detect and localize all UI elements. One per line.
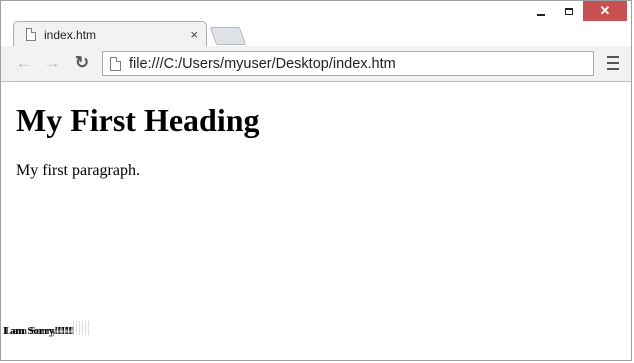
tab-close-icon[interactable]: ×	[190, 27, 198, 42]
page-icon	[110, 56, 121, 71]
page-heading: My First Heading	[16, 102, 260, 138]
close-icon: ✕	[599, 3, 611, 18]
close-button[interactable]: ✕	[583, 1, 627, 21]
minimize-button[interactable]	[527, 1, 555, 21]
back-arrow-icon: ←	[15, 53, 33, 72]
address-bar[interactable]: file:///C:/Users/myuser/Desktop/index.ht…	[102, 51, 594, 76]
reload-button[interactable]: ↻	[71, 52, 93, 74]
window-controls: ✕	[527, 1, 627, 23]
forward-button[interactable]: →	[41, 52, 63, 74]
maximize-icon	[565, 7, 573, 15]
title-bar: index.htm × ✕	[1, 1, 631, 47]
toolbar: ← → ↻ file:///C:/Users/myuser/Desktop/in…	[1, 46, 631, 82]
maximize-button[interactable]	[555, 1, 583, 21]
forward-arrow-icon: →	[43, 53, 61, 72]
page-content: My First Heading My first paragraph. I a…	[1, 82, 631, 360]
new-tab-button[interactable]	[209, 27, 247, 45]
reload-icon: ↻	[74, 53, 90, 72]
page-icon	[26, 28, 36, 41]
back-button[interactable]: ←	[13, 52, 35, 74]
overlapping-text: I am Sorry!!!!! Lam Sorry!!!!!	[3, 321, 89, 337]
minimize-icon	[537, 14, 545, 16]
ghost-mark	[73, 321, 89, 335]
page-paragraph: My first paragraph.	[16, 162, 140, 179]
tab-index[interactable]: index.htm ×	[13, 21, 207, 47]
browser-window: index.htm × ✕ ← → ↻ file:///C:/Users/myu…	[0, 0, 632, 361]
address-text[interactable]: file:///C:/Users/myuser/Desktop/index.ht…	[129, 56, 396, 72]
hamburger-icon-line	[607, 56, 619, 58]
menu-button[interactable]	[607, 56, 619, 70]
hamburger-icon-line	[607, 68, 619, 70]
hamburger-icon-line	[607, 62, 619, 64]
tab-title: index.htm	[44, 27, 97, 42]
overlap-text-2: Lam Sorry!!!!!	[5, 325, 75, 337]
